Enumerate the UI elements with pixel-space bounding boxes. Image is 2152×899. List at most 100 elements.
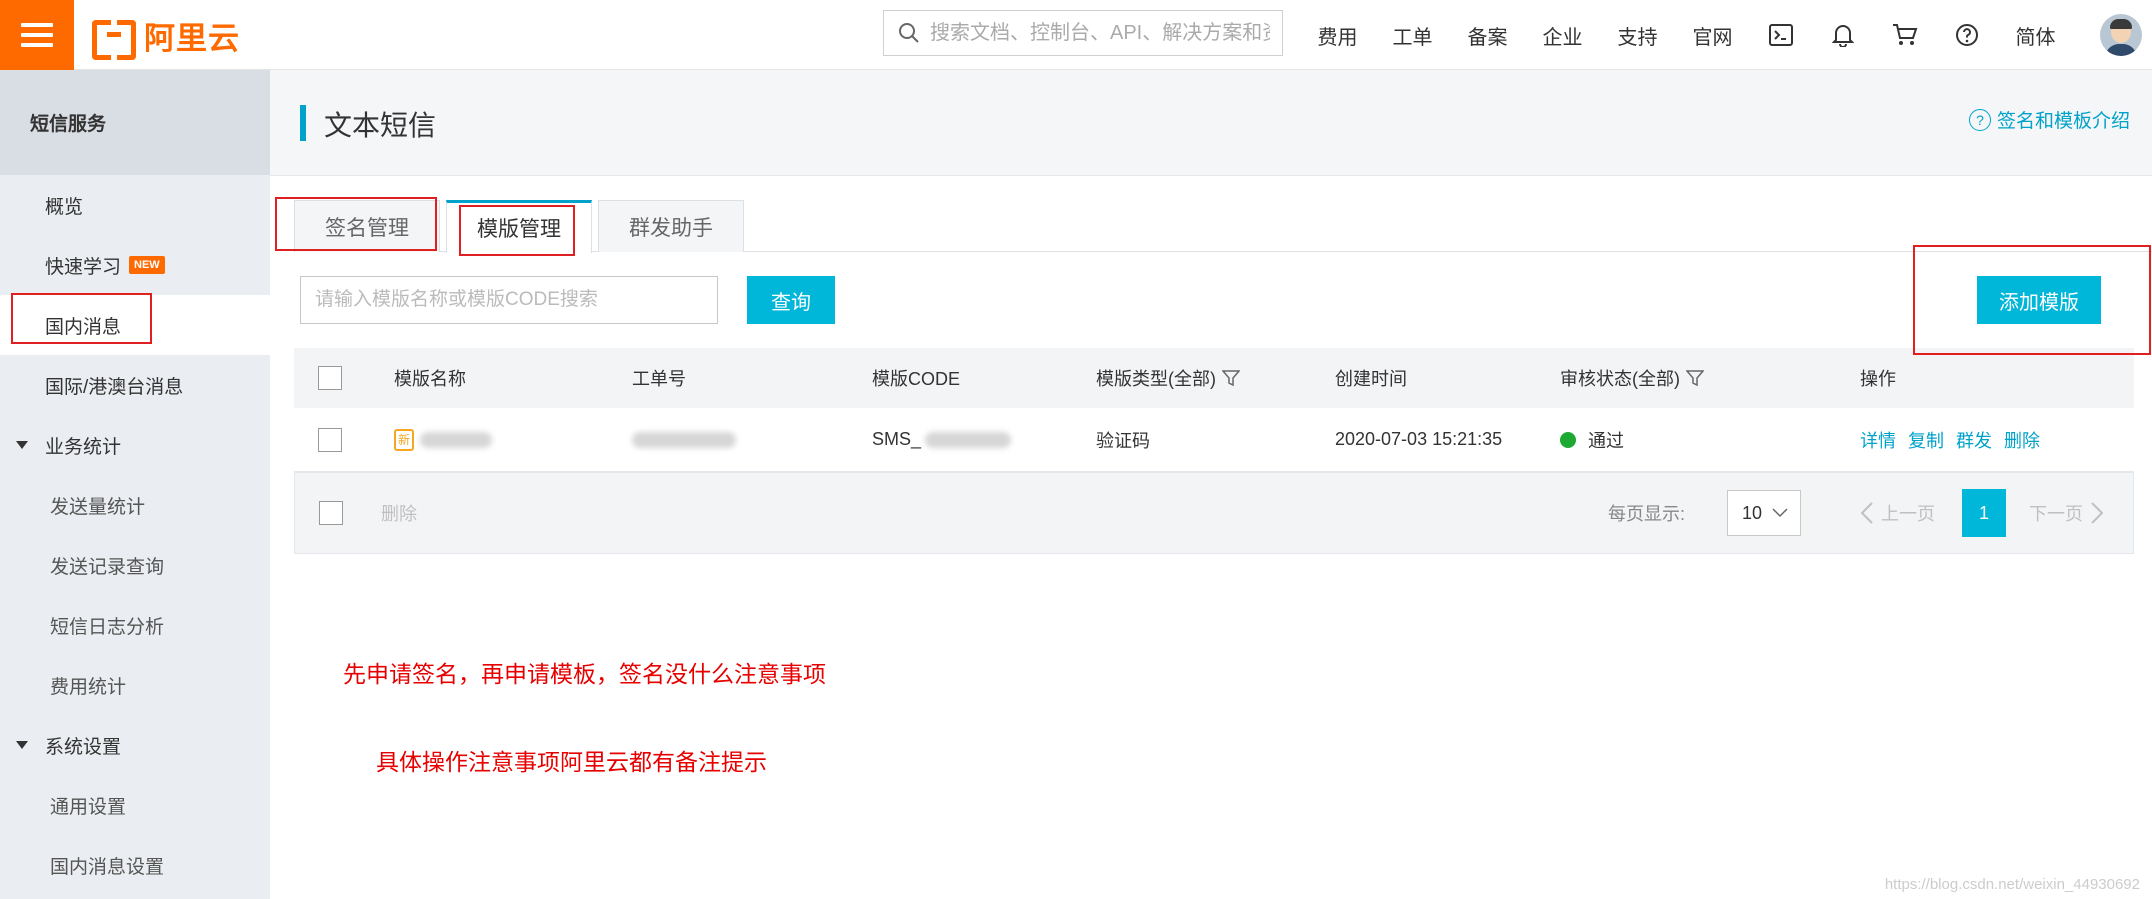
nav-icp[interactable]: 备案 bbox=[1450, 21, 1525, 50]
column-header: 操作 bbox=[1860, 369, 1896, 389]
sidebar-item-cost-stats[interactable]: 费用统计 bbox=[0, 655, 270, 715]
avatar[interactable] bbox=[2100, 14, 2142, 56]
status-cell: 通过 bbox=[1560, 408, 1624, 471]
footer-select-all-checkbox[interactable] bbox=[319, 501, 343, 525]
details-link[interactable]: 详情 bbox=[1860, 427, 1896, 453]
copy-link[interactable]: 复制 bbox=[1908, 427, 1944, 453]
top-nav: 费用 工单 备案 企业 支持 官网 简体 bbox=[1300, 0, 2073, 70]
template-type-cell: 验证码 bbox=[1096, 430, 1150, 451]
template-icon: 新 bbox=[394, 428, 414, 451]
sidebar-item-label: 短信日志分析 bbox=[50, 616, 165, 638]
sidebar: 短信服务 概览 快速学习 NEW 国内消息 国际/港澳台消息 业务统计 发送量统计… bbox=[0, 70, 270, 899]
sidebar-item-label: 国际/港澳台消息 bbox=[45, 376, 184, 398]
watermark: https://blog.csdn.net/weixin_44930692 bbox=[1884, 876, 2140, 893]
language-switch[interactable]: 简体 bbox=[1998, 21, 2073, 50]
title-accent-bar bbox=[300, 105, 306, 141]
help-link-label: 签名和模板介绍 bbox=[1996, 111, 2130, 132]
global-search[interactable] bbox=[883, 10, 1283, 56]
sidebar-title: 短信服务 bbox=[0, 70, 270, 175]
page-number-current[interactable]: 1 bbox=[1962, 489, 2006, 537]
new-badge: NEW bbox=[129, 256, 165, 274]
sidebar-group-label: 系统设置 bbox=[45, 736, 122, 758]
brand-logo[interactable]: 阿里云 bbox=[92, 14, 240, 60]
filter-icon[interactable] bbox=[1222, 369, 1240, 387]
sidebar-item-log-analysis[interactable]: 短信日志分析 bbox=[0, 595, 270, 655]
nav-enterprise[interactable]: 企业 bbox=[1525, 21, 1600, 50]
table-footer: 删除 每页显示: 10 上一页 1 下一页 bbox=[294, 472, 2134, 554]
bulk-delete-button[interactable]: 删除 bbox=[381, 473, 417, 553]
bell-icon[interactable] bbox=[1812, 0, 1874, 70]
row-checkbox[interactable] bbox=[318, 427, 342, 452]
top-bar: 阿里云 费用 工单 备案 企业 支持 官网 简体 bbox=[0, 0, 2152, 70]
tab-signature[interactable]: 签名管理 bbox=[294, 200, 440, 252]
sidebar-item-send-records[interactable]: 发送记录查询 bbox=[0, 535, 270, 595]
sidebar-item-label: 快速学习 bbox=[45, 256, 122, 278]
tab-template[interactable]: 模版管理 bbox=[446, 200, 592, 253]
status-badge: 通过 bbox=[1588, 430, 1624, 451]
template-search-input[interactable] bbox=[300, 276, 718, 324]
sidebar-item-label: 发送记录查询 bbox=[50, 556, 165, 578]
bulk-send-link[interactable]: 群发 bbox=[1956, 427, 1992, 453]
template-code-cell: SMS_ bbox=[872, 408, 1012, 471]
table-row: 新 SMS_ 验证码 2020-07-03 15:21:35 通过 详情 复制 bbox=[294, 408, 2134, 472]
question-icon: ? bbox=[1968, 108, 1991, 131]
caret-down-icon bbox=[16, 741, 28, 749]
sidebar-item-overview[interactable]: 概览 bbox=[0, 175, 270, 235]
cart-icon[interactable] bbox=[1874, 0, 1936, 70]
caret-down-icon bbox=[16, 441, 28, 449]
nav-fees[interactable]: 费用 bbox=[1300, 21, 1375, 50]
column-header-status[interactable]: 审核状态(全部) bbox=[1560, 348, 1704, 408]
redacted-text bbox=[420, 431, 492, 448]
sidebar-group-label: 业务统计 bbox=[45, 436, 122, 458]
query-button[interactable]: 查询 bbox=[747, 276, 835, 324]
nav-tickets[interactable]: 工单 bbox=[1375, 21, 1450, 50]
help-icon[interactable] bbox=[1936, 0, 1998, 70]
help-link[interactable]: ? 签名和模板介绍 bbox=[1968, 106, 2130, 133]
sidebar-item-quick-learn[interactable]: 快速学习 NEW bbox=[0, 235, 270, 295]
sidebar-item-label: 概览 bbox=[45, 196, 84, 218]
sidebar-item-label: 国内消息 bbox=[45, 316, 122, 338]
sidebar-item-label: 国内消息设置 bbox=[50, 856, 165, 878]
created-time-cell: 2020-07-03 15:21:35 bbox=[1335, 429, 1503, 449]
main-content: 文本短信 ? 签名和模板介绍 签名管理 模版管理 群发助手 查询 添加模版 模版… bbox=[270, 70, 2152, 899]
search-input[interactable] bbox=[930, 21, 1270, 45]
menu-icon[interactable] bbox=[0, 0, 74, 70]
column-header: 模版名称 bbox=[394, 369, 466, 389]
chevron-right-icon bbox=[2091, 502, 2103, 524]
per-page-label: 每页显示: bbox=[1608, 504, 1686, 524]
sidebar-item-domestic-messages[interactable]: 国内消息 bbox=[0, 295, 270, 355]
annotation-note: 具体操作注意事项阿里云都有备注提示 bbox=[376, 749, 767, 775]
sidebar-item-international-messages[interactable]: 国际/港澳台消息 bbox=[0, 355, 270, 415]
status-dot bbox=[1560, 431, 1576, 448]
sidebar-item-send-volume[interactable]: 发送量统计 bbox=[0, 475, 270, 535]
filter-icon[interactable] bbox=[1686, 369, 1704, 387]
column-header-type[interactable]: 模版类型(全部) bbox=[1096, 348, 1240, 408]
chevron-left-icon bbox=[1861, 502, 1873, 524]
tab-bulk-send[interactable]: 群发助手 bbox=[598, 200, 744, 252]
search-icon bbox=[899, 23, 919, 43]
add-template-button[interactable]: 添加模版 bbox=[1977, 276, 2101, 324]
page-header: 文本短信 ? 签名和模板介绍 bbox=[270, 70, 2152, 176]
select-all-checkbox[interactable] bbox=[318, 366, 342, 390]
template-table: 模版名称 工单号 模版CODE 模版类型(全部) 创建时间 审核状态(全部) 操… bbox=[294, 348, 2134, 554]
template-name-cell: 新 bbox=[394, 408, 492, 471]
sidebar-group-system-settings[interactable]: 系统设置 bbox=[0, 715, 270, 775]
actions-cell: 详情 复制 群发 删除 bbox=[1860, 408, 2052, 471]
sidebar-group-business-stats[interactable]: 业务统计 bbox=[0, 415, 270, 475]
terminal-icon[interactable] bbox=[1750, 0, 1812, 70]
column-header: 模版CODE bbox=[872, 369, 961, 389]
per-page-select[interactable]: 10 bbox=[1727, 490, 1801, 536]
nav-support[interactable]: 支持 bbox=[1600, 21, 1675, 50]
next-page-button[interactable]: 下一页 bbox=[2029, 473, 2103, 553]
redacted-text bbox=[632, 431, 736, 448]
table-header: 模版名称 工单号 模版CODE 模版类型(全部) 创建时间 审核状态(全部) 操… bbox=[294, 348, 2134, 408]
prev-page-button[interactable]: 上一页 bbox=[1861, 473, 1935, 553]
column-header: 创建时间 bbox=[1335, 369, 1407, 389]
nav-official-site[interactable]: 官网 bbox=[1675, 21, 1750, 50]
delete-link[interactable]: 删除 bbox=[2004, 427, 2040, 453]
sidebar-item-general-settings[interactable]: 通用设置 bbox=[0, 775, 270, 835]
sidebar-item-domestic-settings[interactable]: 国内消息设置 bbox=[0, 835, 270, 895]
page-title: 文本短信 bbox=[324, 110, 437, 141]
ticket-cell bbox=[632, 408, 736, 471]
column-header: 工单号 bbox=[632, 369, 686, 389]
